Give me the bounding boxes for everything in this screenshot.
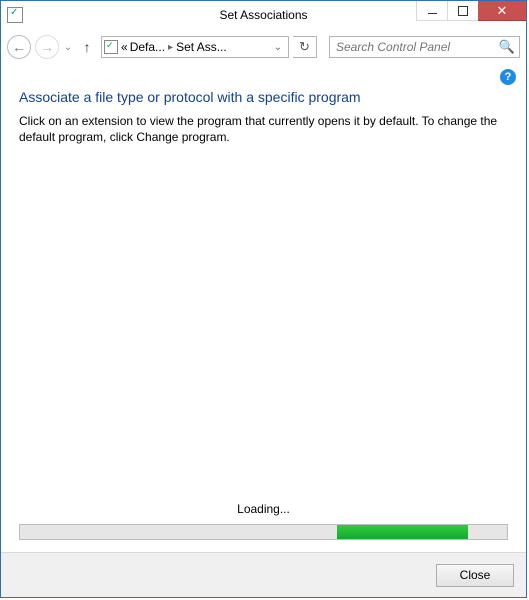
close-window-button[interactable]: ✕ — [478, 1, 526, 21]
window-frame: Set Associations ✕ ← → ⌄ ↑ « — [0, 0, 527, 598]
forward-button[interactable]: → — [35, 35, 59, 59]
breadcrumb-segment-2[interactable]: Set Ass... — [175, 40, 228, 54]
maximize-icon — [458, 6, 468, 16]
app-icon — [7, 7, 23, 23]
page-heading: Associate a file type or protocol with a… — [19, 89, 508, 105]
window-controls: ✕ — [416, 1, 526, 21]
close-button[interactable]: Close — [436, 564, 514, 587]
loading-area: Loading... — [19, 502, 508, 552]
title-bar: Set Associations ✕ — [1, 1, 526, 29]
progress-bar-fill — [337, 525, 468, 539]
minimize-icon — [428, 13, 437, 14]
refresh-button[interactable]: ↻ — [293, 36, 317, 58]
close-icon: ✕ — [497, 4, 508, 17]
up-arrow-icon: ↑ — [84, 39, 91, 55]
navigation-bar: ← → ⌄ ↑ « Defa... ▸ Set Ass... ⌄ ↻ 🔍 — [1, 29, 526, 63]
minimize-button[interactable] — [416, 1, 447, 21]
search-icon[interactable]: 🔍 — [499, 39, 515, 55]
address-bar[interactable]: « Defa... ▸ Set Ass... ⌄ — [101, 36, 289, 58]
help-button[interactable]: ? — [500, 69, 516, 85]
breadcrumb-segment-1[interactable]: Defa... — [129, 40, 166, 54]
chevron-down-icon: ⌄ — [64, 42, 72, 53]
search-input[interactable] — [334, 39, 499, 55]
recent-locations-dropdown[interactable]: ⌄ — [63, 42, 73, 53]
up-button[interactable]: ↑ — [77, 35, 97, 59]
progress-bar — [19, 524, 508, 540]
chevron-right-icon: ▸ — [166, 42, 175, 53]
search-box[interactable]: 🔍 — [329, 36, 520, 58]
page-description: Click on an extension to view the progra… — [19, 113, 508, 145]
back-button[interactable]: ← — [7, 35, 31, 59]
forward-arrow-icon: → — [40, 39, 54, 55]
footer-bar: Close — [1, 552, 526, 597]
address-dropdown-icon[interactable]: ⌄ — [270, 42, 286, 53]
refresh-icon: ↻ — [299, 39, 310, 55]
maximize-button[interactable] — [447, 1, 478, 21]
loading-label: Loading... — [19, 502, 508, 516]
help-icon: ? — [505, 71, 512, 83]
back-arrow-icon: ← — [12, 39, 26, 55]
location-icon — [104, 40, 118, 54]
content-area: ? Associate a file type or protocol with… — [1, 63, 526, 552]
breadcrumb-prefix: « — [120, 40, 129, 54]
